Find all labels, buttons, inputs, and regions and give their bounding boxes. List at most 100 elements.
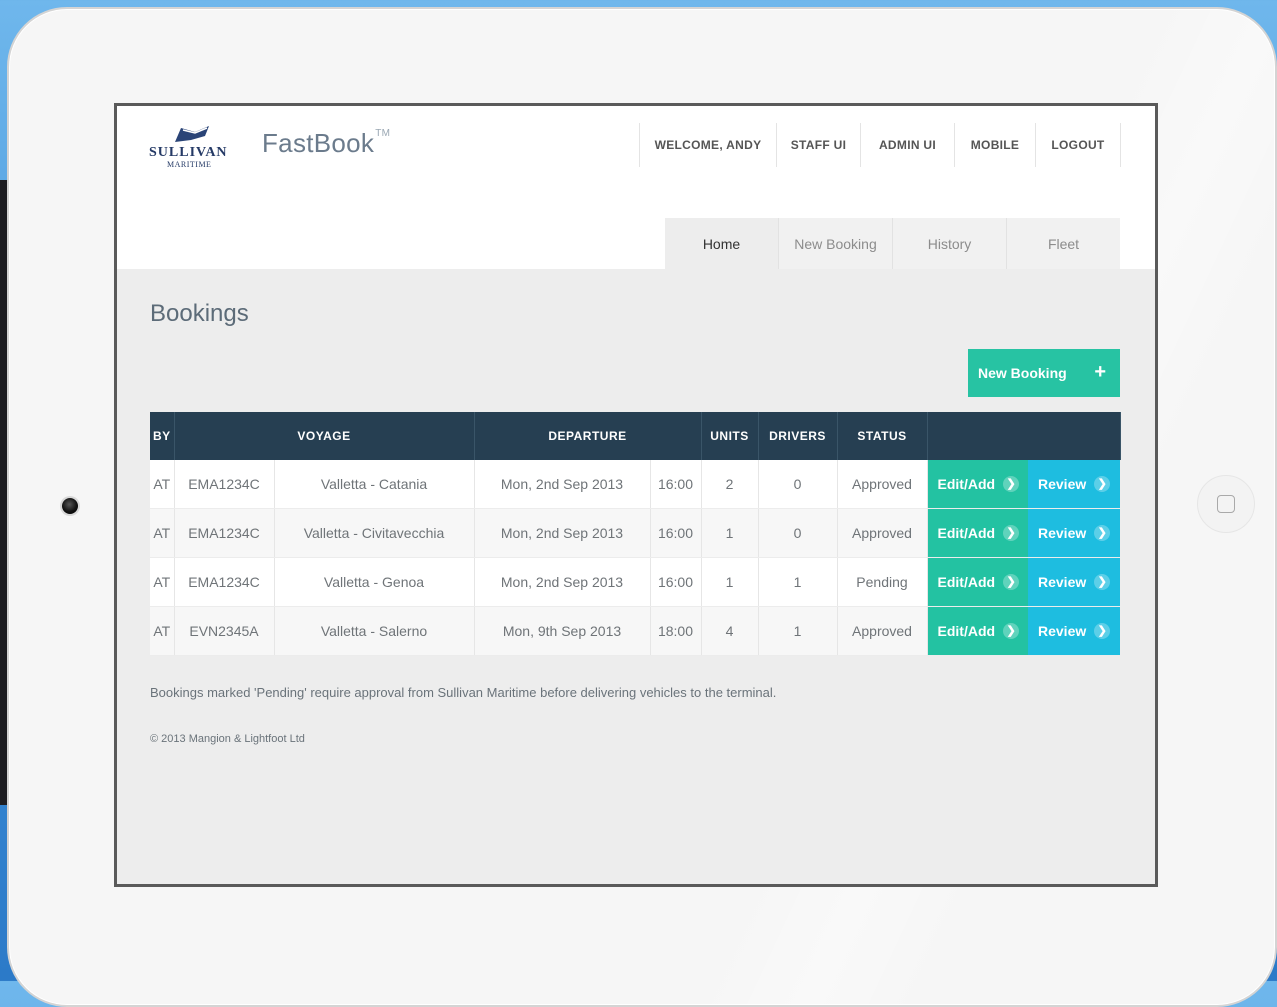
cell-route: Valletta - Salerno [274,606,475,656]
cell-date: Mon, 2nd Sep 2013 [474,460,651,509]
edit-add-button[interactable]: Edit/Add ❯ [927,509,1028,557]
cell-status: Approved [837,606,928,656]
cell-review: Review ❯ [1028,508,1120,558]
cell-date: Mon, 2nd Sep 2013 [474,508,651,558]
edit-add-label: Edit/Add [937,525,996,541]
chevron-right-icon: ❯ [1094,623,1111,639]
edit-add-button[interactable]: Edit/Add ❯ [927,558,1028,606]
cell-review: Review ❯ [1028,606,1120,656]
cell-time: 16:00 [650,557,702,607]
col-actions [927,412,1121,460]
review-label: Review [1038,574,1087,590]
edit-add-label: Edit/Add [937,623,996,639]
nav-staff-ui[interactable]: STAFF UI [776,123,860,167]
home-button[interactable] [1197,475,1255,533]
review-label: Review [1038,476,1087,492]
cell-status: Approved [837,508,928,558]
app-name: FastBook [262,128,375,158]
cell-review: Review ❯ [1028,460,1120,509]
tab-new-booking[interactable]: New Booking [778,218,892,269]
cell-drivers: 1 [758,557,838,607]
cell-drivers: 0 [758,460,838,509]
nav-admin-ui[interactable]: ADMIN UI [860,123,954,167]
top-navigation: WELCOME, ANDY STAFF UI ADMIN UI MOBILE L… [639,123,1121,167]
tab-history[interactable]: History [892,218,1006,269]
nav-welcome-user[interactable]: WELCOME, ANDY [639,123,776,167]
review-button[interactable]: Review ❯ [1028,460,1120,508]
cell-edit: Edit/Add ❯ [927,508,1028,558]
copyright: © 2013 Mangion & Lightfoot Ltd [150,733,305,745]
cell-edit: Edit/Add ❯ [927,460,1028,509]
trademark: TM [375,128,391,140]
cell-route: Valletta - Civitavecchia [274,508,475,558]
chevron-right-icon: ❯ [1003,476,1020,492]
sullivan-maritime-logo[interactable]: SULLIVAN MARITIME [147,124,247,172]
chevron-right-icon: ❯ [1003,623,1020,639]
cell-time: 18:00 [650,606,702,656]
table-header-row: BY VOYAGE DEPARTURE UNITS DRIVERS STATUS [150,412,1121,460]
cell-status: Pending [837,557,928,607]
cell-units: 2 [701,460,759,509]
review-label: Review [1038,525,1087,541]
edit-add-button[interactable]: Edit/Add ❯ [927,460,1028,508]
cell-by: AT [150,606,175,656]
camera-icon [62,498,78,514]
cell-units: 1 [701,557,759,607]
col-voyage: VOYAGE [174,412,475,460]
cell-status: Approved [837,460,928,509]
cell-vessel: EVN2345A [174,606,275,656]
new-booking-button[interactable]: New Booking + [968,349,1120,397]
cell-vessel: EMA1234C [174,557,275,607]
tablet-screen: SULLIVAN MARITIME FastBookTM WELCOME, AN… [114,103,1158,887]
page-title: Bookings [150,300,249,327]
table-row: AT EVN2345A Valletta - Salerno Mon, 9th … [150,606,1120,656]
col-status: STATUS [837,412,928,460]
home-square-icon [1217,495,1235,513]
cell-route: Valletta - Genoa [274,557,475,607]
app-title: FastBookTM [262,128,390,159]
tab-home[interactable]: Home [665,218,778,269]
tab-fleet[interactable]: Fleet [1006,218,1120,269]
main-tabs: Home New Booking History Fleet [665,218,1120,269]
chevron-right-icon: ❯ [1094,476,1111,492]
cell-vessel: EMA1234C [174,460,275,509]
review-label: Review [1038,623,1087,639]
new-booking-label: New Booking [978,365,1067,381]
review-button[interactable]: Review ❯ [1028,607,1120,655]
chevron-right-icon: ❯ [1094,525,1111,541]
chevron-right-icon: ❯ [1003,574,1020,590]
col-departure: DEPARTURE [474,412,702,460]
cell-time: 16:00 [650,508,702,558]
logo-subtext: MARITIME [167,160,212,169]
cell-review: Review ❯ [1028,557,1120,607]
cell-drivers: 0 [758,508,838,558]
cell-by: AT [150,557,175,607]
table-row: AT EMA1234C Valletta - Catania Mon, 2nd … [150,460,1120,509]
cell-drivers: 1 [758,606,838,656]
cell-date: Mon, 2nd Sep 2013 [474,557,651,607]
logo-wordmark: SULLIVAN [149,145,228,160]
bookings-table: BY VOYAGE DEPARTURE UNITS DRIVERS STATUS… [150,412,1121,656]
edit-add-label: Edit/Add [937,476,996,492]
pending-note: Bookings marked 'Pending' require approv… [150,685,777,700]
site-header: SULLIVAN MARITIME FastBookTM WELCOME, AN… [117,106,1155,269]
cell-time: 16:00 [650,460,702,509]
chevron-right-icon: ❯ [1094,574,1111,590]
nav-mobile[interactable]: MOBILE [954,123,1035,167]
cell-vessel: EMA1234C [174,508,275,558]
plus-icon: + [1094,361,1106,383]
review-button[interactable]: Review ❯ [1028,558,1120,606]
cell-date: Mon, 9th Sep 2013 [474,606,651,656]
col-units: UNITS [701,412,759,460]
nav-logout[interactable]: LOGOUT [1035,123,1121,167]
edit-add-button[interactable]: Edit/Add ❯ [927,607,1028,655]
cell-edit: Edit/Add ❯ [927,557,1028,607]
cell-units: 1 [701,508,759,558]
table-row: AT EMA1234C Valletta - Civitavecchia Mon… [150,508,1120,558]
review-button[interactable]: Review ❯ [1028,509,1120,557]
cell-units: 4 [701,606,759,656]
table-row: AT EMA1234C Valletta - Genoa Mon, 2nd Se… [150,557,1120,607]
col-drivers: DRIVERS [758,412,838,460]
col-by: BY [150,412,175,460]
cell-by: AT [150,460,175,509]
